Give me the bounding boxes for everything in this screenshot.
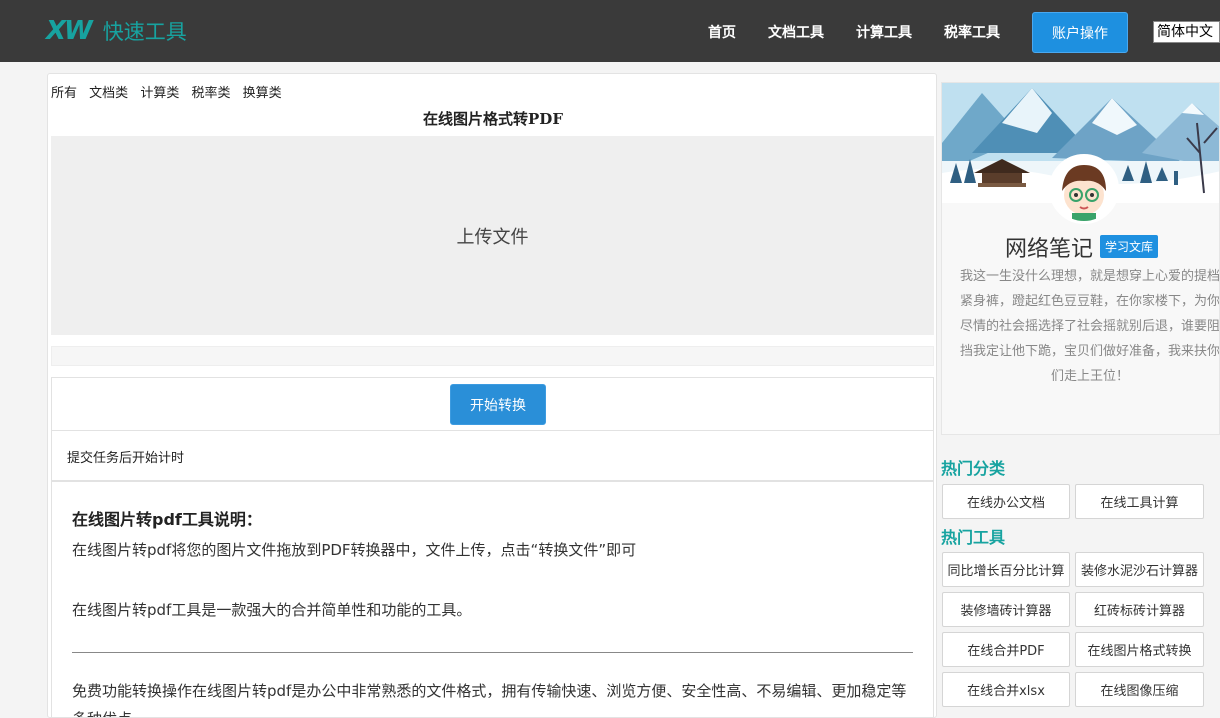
- category-links: 所有 文档类 计算类 税率类 换算类: [51, 82, 290, 101]
- description-paragraph: 免费功能转换操作在线图片转pdf是办公中非常熟悉的文件格式，拥有传输快速、浏览方…: [72, 682, 907, 717]
- hot-tool-red-brick[interactable]: 红砖标砖计算器: [1075, 592, 1204, 627]
- hot-category-calc-tools[interactable]: 在线工具计算: [1075, 484, 1204, 519]
- hot-tool-merge-pdf[interactable]: 在线合并PDF: [942, 632, 1070, 667]
- main-card: 所有 文档类 计算类 税率类 换算类 在线图片格式转PDF 上传文件 开始转换 …: [47, 73, 937, 718]
- language-select[interactable]: 简体中文: [1153, 21, 1220, 43]
- profile-badge: 学习文库: [1100, 235, 1159, 258]
- timer-panel: 提交任务后开始计时: [51, 431, 934, 481]
- description-title: 在线图片转pdf工具说明：: [72, 510, 262, 529]
- nav-doc-tools[interactable]: 文档工具: [768, 22, 824, 42]
- profile-card: 网络笔记 学习文库 我这一生没什么理想，就是想穿上心爱的提档紧身裤，蹬起红色豆豆…: [941, 82, 1220, 435]
- hot-tools-title: 热门工具: [941, 528, 1006, 547]
- avatar-icon: [1052, 157, 1116, 221]
- site-logo[interactable]: XW 快速工具: [46, 16, 187, 46]
- timer-text: 提交任务后开始计时: [67, 451, 185, 466]
- description-panel: 在线图片转pdf工具说明： 在线图片转pdf将您的图片文件拖放到PDF转换器中，…: [51, 480, 934, 717]
- hot-category-office-docs[interactable]: 在线办公文档: [942, 484, 1070, 519]
- language-selected: 简体中文: [1157, 24, 1213, 40]
- logo-text: 快速工具: [102, 20, 187, 44]
- account-button[interactable]: 账户操作: [1032, 12, 1128, 53]
- hot-tool-yoy-growth[interactable]: 同比增长百分比计算: [942, 552, 1070, 587]
- hot-tool-image-convert[interactable]: 在线图片格式转换: [1075, 632, 1204, 667]
- hot-categories-title: 热门分类: [941, 459, 1006, 478]
- divider: [72, 652, 913, 653]
- upload-label: 上传文件: [456, 226, 529, 248]
- hot-tool-cement-sand[interactable]: 装修水泥沙石计算器: [1075, 552, 1204, 587]
- nav-tax-tools[interactable]: 税率工具: [944, 22, 1000, 42]
- hot-tool-merge-xlsx[interactable]: 在线合并xlsx: [942, 672, 1070, 707]
- nav-home[interactable]: 首页: [708, 22, 736, 42]
- progress-bar: [51, 346, 934, 366]
- profile-name: 网络笔记: [1005, 237, 1094, 262]
- action-panel: 开始转换: [51, 377, 934, 431]
- category-calc[interactable]: 计算类: [140, 86, 179, 101]
- category-all[interactable]: 所有: [51, 86, 77, 101]
- category-doc[interactable]: 文档类: [89, 86, 128, 101]
- hot-tool-wall-tile[interactable]: 装修墙砖计算器: [942, 592, 1070, 627]
- page-title: 在线图片格式转PDF: [423, 110, 563, 128]
- nav-calc-tools[interactable]: 计算工具: [856, 22, 912, 42]
- upload-dropzone[interactable]: 上传文件: [51, 136, 934, 335]
- avatar[interactable]: [1049, 154, 1119, 224]
- profile-bio: 我这一生没什么理想，就是想穿上心爱的提档紧身裤，蹬起红色豆豆鞋，在你家楼下，为你…: [960, 269, 1220, 384]
- hot-tool-image-compress[interactable]: 在线图像压缩: [1075, 672, 1204, 707]
- start-convert-button[interactable]: 开始转换: [450, 384, 546, 425]
- description-paragraph: 在线图片转pdf将您的图片文件拖放到PDF转换器中，文件上传，点击“转换文件”即…: [72, 541, 637, 559]
- category-convert[interactable]: 换算类: [243, 86, 282, 101]
- top-header: XW 快速工具 首页 文档工具 计算工具 税率工具 账户操作 简体中文: [0, 0, 1220, 62]
- logo-mark: XW: [46, 16, 93, 46]
- description-paragraph: 在线图片转pdf工具是一款强大的合并简单性和功能的工具。: [72, 601, 472, 619]
- category-tax[interactable]: 税率类: [191, 86, 230, 101]
